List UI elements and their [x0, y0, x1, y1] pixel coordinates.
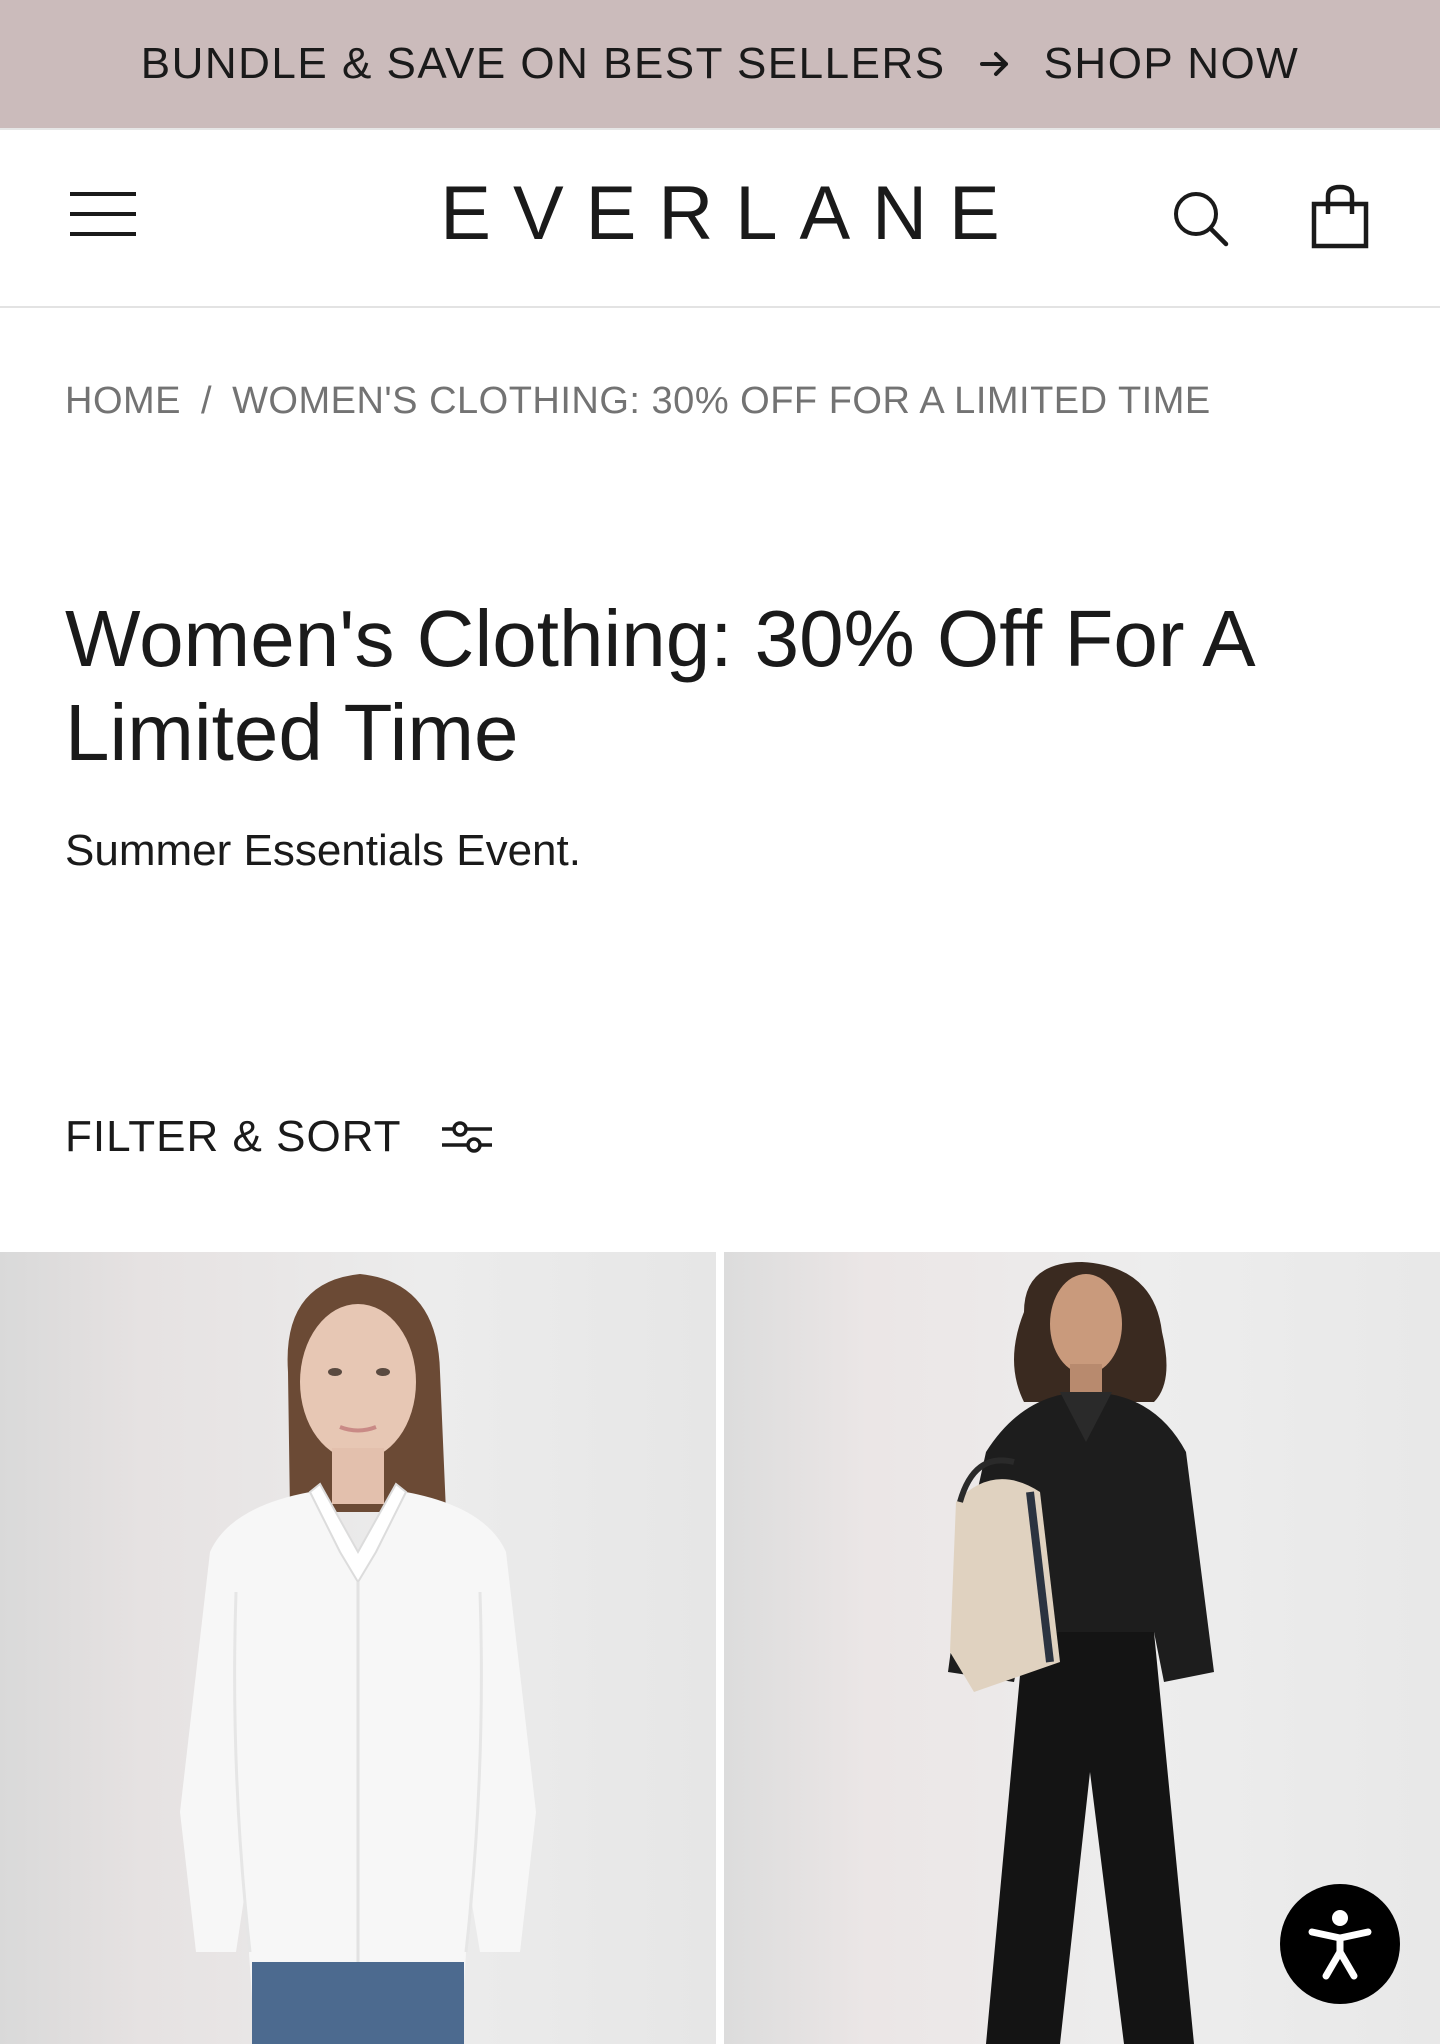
product-image-white-shirt: [180, 1274, 536, 2044]
shop-now-link[interactable]: SHOP NOW: [1044, 39, 1300, 89]
accessibility-button[interactable]: [1280, 1884, 1400, 2004]
page-title: Women's Clothing: 30% Off For A Limited …: [65, 594, 1252, 777]
site-header: EVERLANE: [0, 128, 1440, 308]
promo-banner[interactable]: BUNDLE & SAVE ON BEST SELLERS SHOP NOW: [0, 0, 1440, 128]
page-subtitle: Summer Essentials Event.: [65, 826, 581, 875]
shopping-bag-icon[interactable]: [1310, 184, 1370, 250]
product-card[interactable]: [0, 1252, 716, 2044]
search-icon[interactable]: [1170, 188, 1230, 248]
breadcrumb-current: WOMEN'S CLOTHING: 30% OFF FOR A LIMITED …: [232, 380, 1211, 422]
filter-sort-button[interactable]: FILTER & SORT: [65, 1112, 494, 1162]
sliders-icon: [441, 1121, 492, 1153]
breadcrumb-home[interactable]: HOME: [65, 380, 181, 423]
arrow-right-icon: [979, 52, 1008, 76]
promo-text: BUNDLE & SAVE ON BEST SELLERS: [140, 39, 946, 88]
breadcrumb-separator: /: [201, 380, 213, 422]
filter-sort-label: FILTER & SORT: [65, 1112, 402, 1161]
breadcrumb: HOME / WOMEN'S CLOTHING: 30% OFF FOR A L…: [65, 380, 1211, 423]
accessibility-person-icon: [1308, 1910, 1372, 1980]
